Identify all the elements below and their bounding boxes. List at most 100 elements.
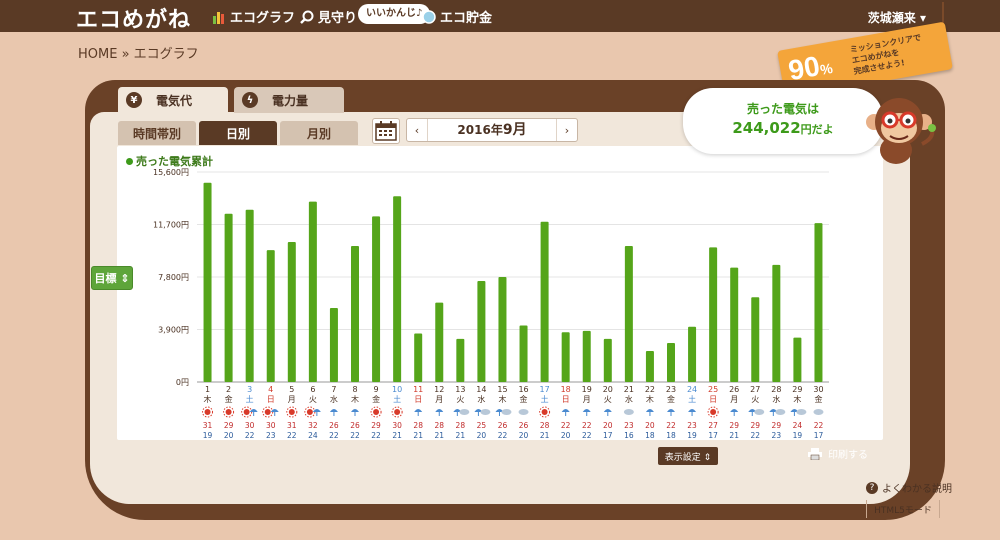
nav-eco-graph[interactable]: エコグラフ — [212, 7, 295, 26]
bar — [414, 333, 423, 382]
weather-sun-icon — [541, 409, 548, 415]
weather-cloud-icon — [501, 409, 512, 415]
weekday-label: 土 — [393, 394, 401, 404]
nav-eco-graph-label: エコグラフ — [230, 11, 296, 26]
low-temp-label: 19 — [203, 431, 213, 440]
high-temp-label: 30 — [266, 421, 276, 430]
weekday-label: 木 — [498, 394, 506, 404]
weather-sun-icon — [710, 409, 717, 415]
low-temp-label: 20 — [519, 431, 529, 440]
weekday-label: 月 — [583, 395, 591, 404]
weekday-label: 水 — [772, 394, 780, 404]
weather-umbrella-icon — [688, 409, 697, 412]
bolt-icon: ϟ — [242, 92, 258, 108]
x-tick-label: 5 — [289, 385, 294, 394]
next-month-button[interactable]: › — [557, 119, 577, 141]
weekday-label: 日 — [267, 395, 275, 404]
weather-umbrella-icon — [645, 409, 654, 412]
x-tick-label: 7 — [331, 385, 336, 394]
weather-umbrella-icon — [351, 409, 359, 412]
weather-cloud-icon — [518, 409, 529, 415]
bar — [351, 246, 359, 382]
x-tick-label: 16 — [518, 385, 528, 394]
high-temp-label: 29 — [772, 421, 782, 430]
low-temp-label: 22 — [750, 431, 760, 440]
weather-umbrella-icon — [667, 409, 675, 412]
x-tick-label: 18 — [561, 385, 571, 394]
weather-umbrella-icon — [603, 409, 612, 412]
bar — [540, 221, 549, 382]
weekday-label: 月 — [288, 395, 296, 404]
x-tick-label: 21 — [624, 385, 634, 394]
high-temp-label: 22 — [561, 421, 571, 430]
tab-electricity-cost[interactable]: ¥ 電気代 — [118, 87, 228, 113]
bar — [667, 342, 675, 382]
weekday-label: 金 — [372, 394, 380, 404]
high-temp-label: 23 — [687, 421, 697, 430]
weekday-label: 木 — [351, 394, 359, 404]
print-button[interactable]: 印刷する — [808, 446, 868, 461]
month-navigator: ‹ 2016年9月 › — [406, 118, 578, 142]
low-temp-label: 20 — [224, 431, 234, 440]
weekday-label: 月 — [730, 395, 738, 404]
app-logo[interactable]: エコめがね — [76, 2, 191, 34]
low-temp-label: 23 — [266, 431, 276, 440]
weather-cloud-icon — [459, 409, 470, 415]
nav-mimamori[interactable]: 見守り — [300, 7, 357, 26]
x-tick-label: 8 — [352, 385, 357, 394]
low-temp-label: 21 — [392, 431, 402, 440]
display-settings-button[interactable]: 表示設定 ⇕ — [658, 447, 718, 465]
weather-umbrella-icon — [414, 409, 423, 412]
bar — [287, 242, 296, 382]
bar — [393, 196, 402, 382]
x-tick-label: 19 — [582, 385, 592, 394]
x-tick-label: 4 — [268, 385, 273, 394]
magnifier-icon — [300, 10, 314, 24]
high-temp-label: 25 — [477, 421, 487, 430]
weather-umbrella-icon — [561, 409, 570, 412]
weekday-label: 土 — [688, 394, 696, 404]
weather-umbrella-icon — [435, 409, 444, 412]
x-tick-label: 15 — [497, 385, 507, 394]
low-temp-label: 19 — [793, 431, 803, 440]
prev-month-button[interactable]: ‹ — [407, 119, 427, 141]
x-tick-label: 11 — [413, 385, 423, 394]
user-menu[interactable]: 茨城瀬来 ▾ — [868, 9, 926, 26]
bar — [266, 250, 275, 382]
bar — [224, 213, 233, 382]
calendar-button[interactable] — [372, 118, 400, 144]
subtab-hourly[interactable]: 時間帯別 — [118, 121, 196, 145]
high-temp-label: 31 — [203, 421, 213, 430]
weekday-label: 水 — [477, 394, 485, 404]
low-temp-label: 22 — [371, 431, 381, 440]
weekday-label: 日 — [562, 395, 570, 404]
nav-eco-savings[interactable]: エコ貯金 — [422, 7, 492, 26]
html5-mode-link[interactable]: HTML5モード — [866, 500, 940, 518]
bar — [477, 281, 486, 382]
low-temp-label: 21 — [729, 431, 739, 440]
subtab-monthly[interactable]: 月別 — [280, 121, 358, 145]
tab-electricity-amount[interactable]: ϟ 電力量 — [234, 87, 344, 113]
low-temp-label: 21 — [540, 431, 550, 440]
high-temp-label: 28 — [456, 421, 466, 430]
bar — [456, 338, 465, 382]
weekday-label: 金 — [225, 394, 233, 404]
bar — [709, 247, 718, 382]
high-temp-label: 27 — [708, 421, 718, 430]
x-tick-label: 29 — [792, 385, 802, 394]
weekday-label: 木 — [793, 394, 801, 404]
subtab-daily[interactable]: 日別 — [199, 121, 277, 145]
question-icon: ? — [866, 481, 878, 494]
bar — [730, 267, 739, 382]
high-temp-label: 28 — [434, 421, 444, 430]
weather-sun-icon — [373, 409, 380, 415]
low-temp-label: 18 — [666, 431, 676, 440]
help-link[interactable]: ? よくわかる説明 — [866, 480, 952, 495]
weather-cloud-icon — [775, 409, 786, 415]
x-tick-label: 9 — [374, 385, 379, 394]
bar — [519, 325, 528, 382]
high-temp-label: 28 — [413, 421, 423, 430]
bar — [772, 264, 781, 382]
weekday-label: 金 — [520, 394, 528, 404]
low-temp-label: 21 — [456, 431, 466, 440]
